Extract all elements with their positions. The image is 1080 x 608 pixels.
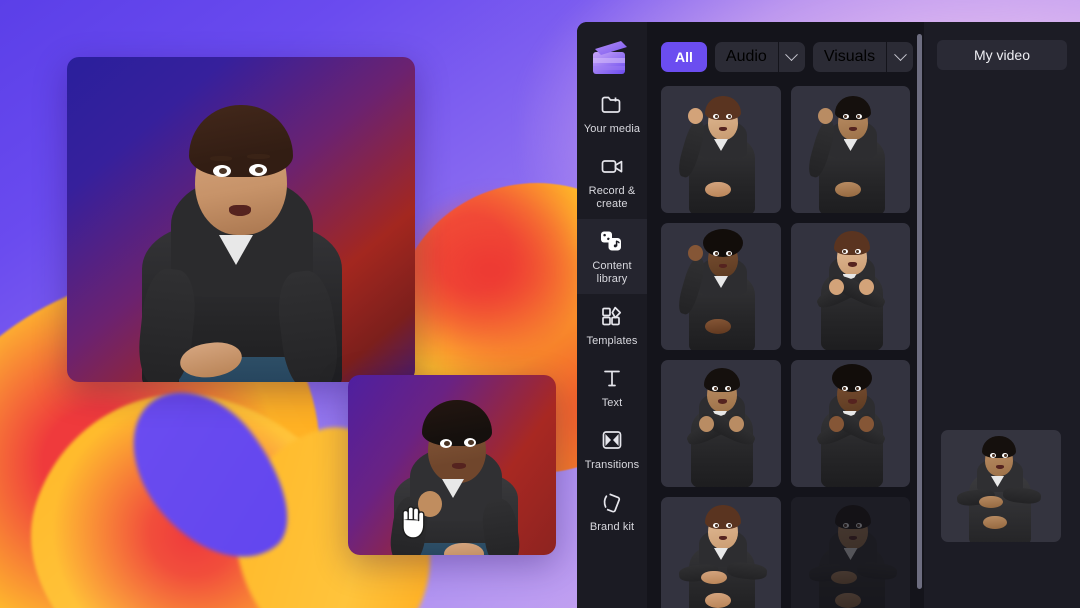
sidebar-item-record-create[interactable]: Record & create <box>577 144 647 219</box>
sidebar-item-templates[interactable]: Templates <box>577 294 647 356</box>
avatar-hair <box>422 400 492 446</box>
sidebar-item-label: Transitions <box>584 459 640 471</box>
sidebar-item-label: Templates <box>586 335 638 347</box>
library-thumbnail[interactable] <box>790 223 910 350</box>
sidebar-item-brand-kit[interactable]: Brand kit <box>577 480 647 542</box>
hero-main-still <box>67 57 415 382</box>
filter-chip-audio-label: Audio <box>714 42 778 72</box>
sidebar-item-label: Brand kit <box>589 521 635 533</box>
clipchamp-app-window: Your media Record & create Content libra… <box>577 22 1080 608</box>
video-title-button[interactable]: My video <box>937 40 1067 70</box>
sidebar-item-label: Content library <box>592 260 632 285</box>
avatar-brow-left <box>210 156 232 161</box>
sidebar-item-label: Your media <box>583 123 641 135</box>
avatar-brow-right <box>247 154 270 159</box>
avatar-eye-left <box>440 439 452 448</box>
transitions-icon <box>599 427 625 453</box>
filter-chip-all[interactable]: All <box>661 42 707 72</box>
dragged-media-item[interactable] <box>941 430 1061 542</box>
sidebar-item-text[interactable]: Text <box>577 356 647 418</box>
library-thumbnail-dragging[interactable] <box>790 497 910 608</box>
library-results-grid <box>647 86 924 608</box>
video-camera-icon <box>599 153 625 179</box>
sidebar-item-transitions[interactable]: Transitions <box>577 418 647 480</box>
sidebar-nav: Your media Record & create Content libra… <box>577 22 647 608</box>
avatar-mouth <box>452 463 466 469</box>
avatar-eye-right <box>249 164 267 176</box>
avatar-hand-signing <box>418 491 442 517</box>
sidebar-item-label: Record & create <box>588 185 636 210</box>
avatar-eye-left <box>213 165 231 177</box>
library-thumbnail[interactable] <box>790 86 910 213</box>
brand-kit-icon <box>599 489 625 515</box>
chevron-down-icon[interactable] <box>778 42 805 72</box>
templates-icon <box>599 303 625 329</box>
library-thumbnail[interactable] <box>661 497 781 608</box>
avatar-hair <box>189 105 293 177</box>
avatar-eye-right <box>464 438 476 447</box>
text-icon <box>599 365 625 391</box>
clapperboard-icon <box>593 41 627 74</box>
library-filter-toolbar: All Audio Visuals <box>647 22 924 86</box>
sidebar-item-label: Text <box>601 397 623 409</box>
preview-pane: My video <box>924 22 1080 608</box>
content-library-panel: All Audio Visuals <box>647 22 924 608</box>
filter-chip-visuals-label: Visuals <box>812 42 887 72</box>
screenshot-root: Your media Record & create Content libra… <box>0 0 1080 608</box>
hero-secondary-still <box>348 375 556 555</box>
library-scrollbar[interactable] <box>914 22 924 608</box>
sidebar-item-your-media[interactable]: Your media <box>577 82 647 144</box>
library-thumbnail[interactable] <box>790 360 910 487</box>
clipchamp-logo[interactable] <box>587 36 635 80</box>
folder-icon <box>599 91 625 117</box>
filter-chip-audio[interactable]: Audio <box>714 42 805 72</box>
filter-chip-visuals[interactable]: Visuals <box>812 42 914 72</box>
sidebar-item-content-library[interactable]: Content library <box>577 219 647 294</box>
content-library-icon <box>599 228 625 254</box>
library-scrollbar-thumb[interactable] <box>917 34 922 589</box>
library-thumbnail[interactable] <box>661 223 781 350</box>
library-thumbnail[interactable] <box>661 360 781 487</box>
chevron-down-icon[interactable] <box>887 42 914 72</box>
library-thumbnail[interactable] <box>661 86 781 213</box>
avatar-mouth <box>229 205 251 216</box>
